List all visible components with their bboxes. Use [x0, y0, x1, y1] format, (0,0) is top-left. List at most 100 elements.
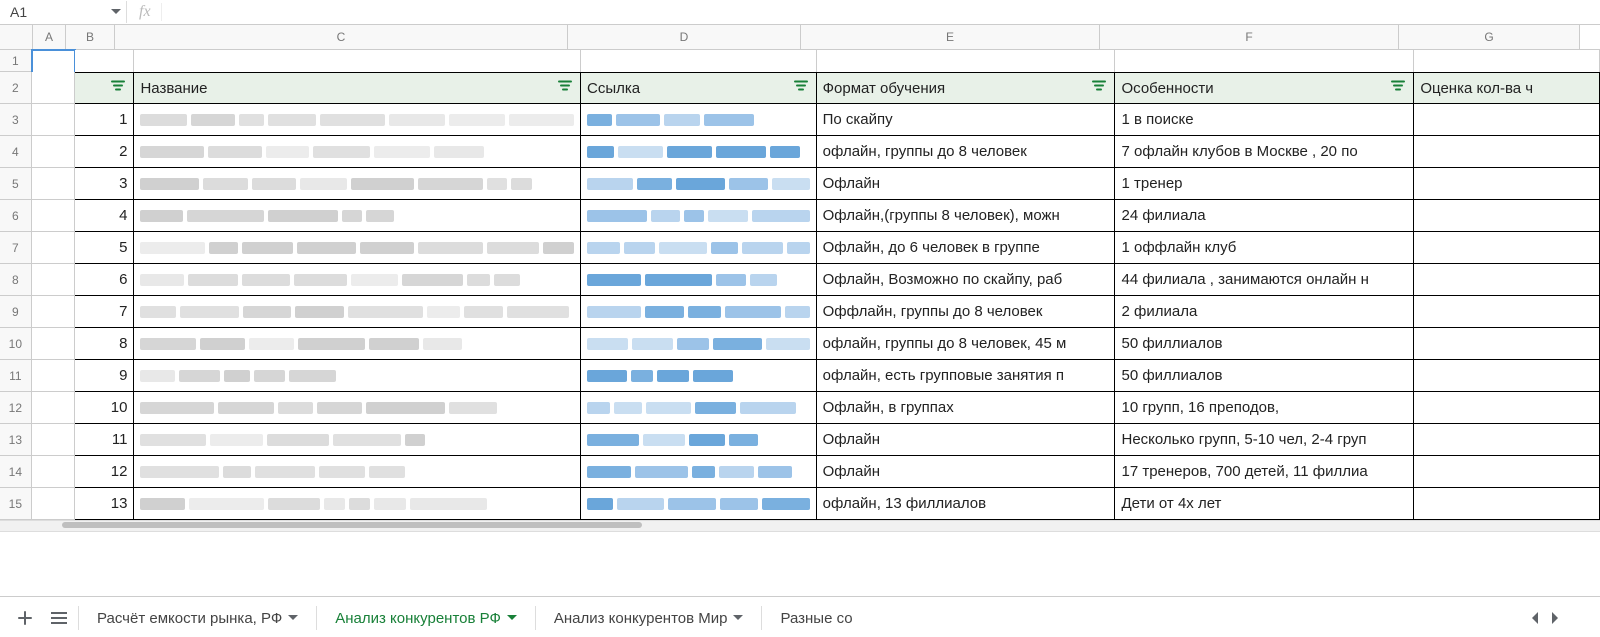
filter-icon[interactable]	[111, 80, 125, 97]
cell-index[interactable]: 1	[75, 104, 134, 136]
chevron-right-icon[interactable]	[1552, 612, 1560, 624]
cell-link-redacted[interactable]	[581, 392, 817, 424]
row-head[interactable]: 8	[0, 264, 32, 296]
cell-count[interactable]	[1414, 488, 1600, 520]
cell-index[interactable]: 3	[75, 168, 134, 200]
horizontal-scrollbar[interactable]	[0, 520, 1600, 532]
cell-count[interactable]	[1414, 168, 1600, 200]
cell[interactable]	[32, 168, 76, 200]
cell-link-redacted[interactable]	[581, 328, 817, 360]
cell-count[interactable]	[1414, 456, 1600, 488]
add-sheet-button[interactable]	[10, 603, 40, 633]
cell-link-redacted[interactable]	[581, 264, 817, 296]
row-head[interactable]: 3	[0, 104, 32, 136]
cell-link-redacted[interactable]	[581, 200, 817, 232]
cell-index[interactable]: 6	[75, 264, 134, 296]
sheet-tab-market-rf[interactable]: Расчёт емкости рынка, РФ	[83, 602, 312, 635]
cell[interactable]	[32, 456, 76, 488]
cell-name-redacted[interactable]	[134, 296, 581, 328]
cell-name-redacted[interactable]	[134, 168, 581, 200]
cell-index[interactable]: 10	[75, 392, 134, 424]
cell-name-redacted[interactable]	[134, 360, 581, 392]
cell-count[interactable]	[1414, 200, 1600, 232]
cell-format[interactable]: офлайн, есть групповые занятия п	[817, 360, 1116, 392]
filter-header-b[interactable]	[75, 72, 134, 104]
cell-features[interactable]: 17 тренеров, 700 детей, 11 филлиа	[1115, 456, 1414, 488]
cell[interactable]	[32, 488, 76, 520]
cell-d1[interactable]	[581, 50, 817, 73]
cell-name-redacted[interactable]	[134, 136, 581, 168]
filter-icon[interactable]	[558, 80, 572, 97]
cell-features[interactable]: 24 филиала	[1115, 200, 1414, 232]
cell-name-redacted[interactable]	[134, 200, 581, 232]
cell-format[interactable]: Офлайн	[817, 168, 1116, 200]
cell-link-redacted[interactable]	[581, 136, 817, 168]
col-head-g[interactable]: G	[1399, 25, 1580, 49]
col-head-e[interactable]: E	[801, 25, 1100, 49]
cell-name-redacted[interactable]	[134, 232, 581, 264]
cell-count[interactable]	[1414, 424, 1600, 456]
cell-f1[interactable]	[1115, 50, 1414, 73]
cell-index[interactable]: 9	[75, 360, 134, 392]
all-sheets-button[interactable]	[44, 603, 74, 633]
row-head[interactable]: 14	[0, 456, 32, 488]
cell-features[interactable]: 1 тренер	[1115, 168, 1414, 200]
row-head[interactable]: 10	[0, 328, 32, 360]
cell-link-redacted[interactable]	[581, 104, 817, 136]
filter-header-link[interactable]: Ссылка	[581, 72, 817, 104]
cell-index[interactable]: 5	[75, 232, 134, 264]
cell-format[interactable]: Офлайн, в группах	[817, 392, 1116, 424]
cell-g1[interactable]	[1414, 50, 1600, 73]
cell-format[interactable]: офлайн, 13 филлиалов	[817, 488, 1116, 520]
cell-format[interactable]: Офлайн	[817, 424, 1116, 456]
cell-format[interactable]: Офлайн, Возможно по скайпу, раб	[817, 264, 1116, 296]
cell-name-redacted[interactable]	[134, 328, 581, 360]
cell-index[interactable]: 13	[75, 488, 134, 520]
cell[interactable]	[32, 264, 76, 296]
cell-count[interactable]	[1414, 328, 1600, 360]
row-head[interactable]: 2	[0, 72, 32, 104]
cell-name-redacted[interactable]	[134, 264, 581, 296]
cell-format[interactable]: Офлайн, до 6 человек в группе	[817, 232, 1116, 264]
sheet-tab-misc[interactable]: Разные со	[766, 602, 866, 635]
cell-features[interactable]: 44 филиала , занимаются онлайн н	[1115, 264, 1414, 296]
cell-format[interactable]: Офлайн	[817, 456, 1116, 488]
row-head[interactable]: 7	[0, 232, 32, 264]
cell-count[interactable]	[1414, 104, 1600, 136]
name-box-dropdown[interactable]	[106, 1, 127, 23]
cell[interactable]	[32, 360, 76, 392]
row-head[interactable]: 6	[0, 200, 32, 232]
cell-name-redacted[interactable]	[134, 456, 581, 488]
cell-features[interactable]: 10 групп, 16 преподов,	[1115, 392, 1414, 424]
row-head[interactable]: 5	[0, 168, 32, 200]
cell-count[interactable]	[1414, 296, 1600, 328]
cell-format[interactable]: офлайн, группы до 8 человек, 45 м	[817, 328, 1116, 360]
cell-name-redacted[interactable]	[134, 392, 581, 424]
sheet-tab-competitors-rf[interactable]: Анализ конкурентов РФ	[321, 602, 531, 635]
row-head[interactable]: 12	[0, 392, 32, 424]
cell[interactable]	[32, 232, 76, 264]
cell-count[interactable]	[1414, 136, 1600, 168]
col-head-a[interactable]: A	[33, 25, 66, 49]
row-head[interactable]: 15	[0, 488, 32, 520]
cell-link-redacted[interactable]	[581, 168, 817, 200]
cell-count[interactable]	[1414, 360, 1600, 392]
cell-features[interactable]: 2 филиала	[1115, 296, 1414, 328]
cell-features[interactable]: Несколько групп, 5-10 чел, 2-4 груп	[1115, 424, 1414, 456]
col-head-b[interactable]: B	[66, 25, 115, 49]
chevron-left-icon[interactable]	[1530, 612, 1538, 624]
filter-icon[interactable]	[1092, 80, 1106, 97]
cell-features[interactable]: 7 офлайн клубов в Москве , 20 по	[1115, 136, 1414, 168]
cell-name-redacted[interactable]	[134, 104, 581, 136]
col-head-d[interactable]: D	[568, 25, 801, 49]
cell-count[interactable]	[1414, 392, 1600, 424]
cell-name-redacted[interactable]	[134, 488, 581, 520]
sheet-tab-competitors-world[interactable]: Анализ конкурентов Мир	[540, 602, 758, 635]
cell-index[interactable]: 7	[75, 296, 134, 328]
cell[interactable]	[32, 424, 76, 456]
cell[interactable]	[32, 200, 76, 232]
filter-header-features[interactable]: Особенности	[1115, 72, 1414, 104]
cell-features[interactable]: 1 в поиске	[1115, 104, 1414, 136]
filter-header-count[interactable]: Оценка кол-ва ч	[1414, 72, 1600, 104]
scroll-thumb[interactable]	[62, 522, 642, 528]
